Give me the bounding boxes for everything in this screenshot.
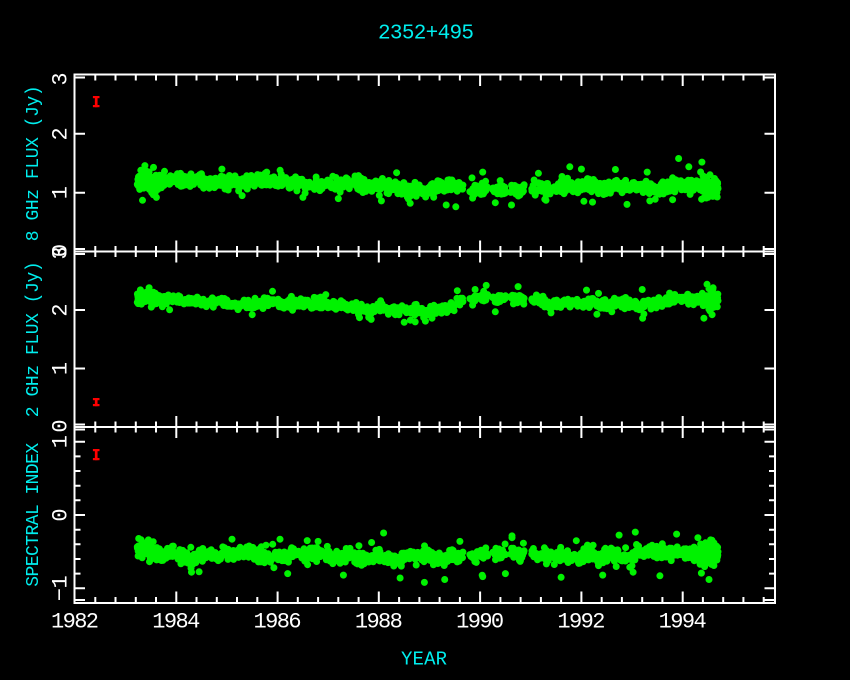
svg-text:1992: 1992 bbox=[557, 610, 605, 635]
svg-text:2352+495: 2352+495 bbox=[378, 23, 474, 46]
svg-text:1: 1 bbox=[49, 435, 74, 448]
svg-text:1994: 1994 bbox=[659, 610, 707, 635]
svg-text:−1: −1 bbox=[49, 575, 74, 601]
svg-text:0: 0 bbox=[49, 419, 74, 432]
svg-text:2: 2 bbox=[49, 127, 74, 140]
svg-text:3: 3 bbox=[49, 72, 74, 85]
svg-text:1984: 1984 bbox=[152, 610, 200, 635]
svg-text:1988: 1988 bbox=[355, 610, 403, 635]
svg-text:2: 2 bbox=[49, 303, 74, 316]
svg-text:SPECTRAL INDEX: SPECTRAL INDEX bbox=[24, 443, 44, 587]
svg-text:3: 3 bbox=[49, 246, 74, 259]
svg-text:1990: 1990 bbox=[456, 610, 504, 635]
svg-text:2 GHz FLUX (Jy): 2 GHz FLUX (Jy) bbox=[24, 261, 44, 417]
svg-text:8 GHz FLUX (Jy): 8 GHz FLUX (Jy) bbox=[24, 85, 44, 241]
svg-text:1: 1 bbox=[49, 186, 74, 199]
svg-text:1982: 1982 bbox=[51, 610, 99, 635]
svg-text:1: 1 bbox=[49, 362, 74, 375]
svg-text:0: 0 bbox=[49, 508, 74, 521]
svg-text:1986: 1986 bbox=[254, 610, 302, 635]
svg-text:YEAR: YEAR bbox=[401, 649, 447, 671]
